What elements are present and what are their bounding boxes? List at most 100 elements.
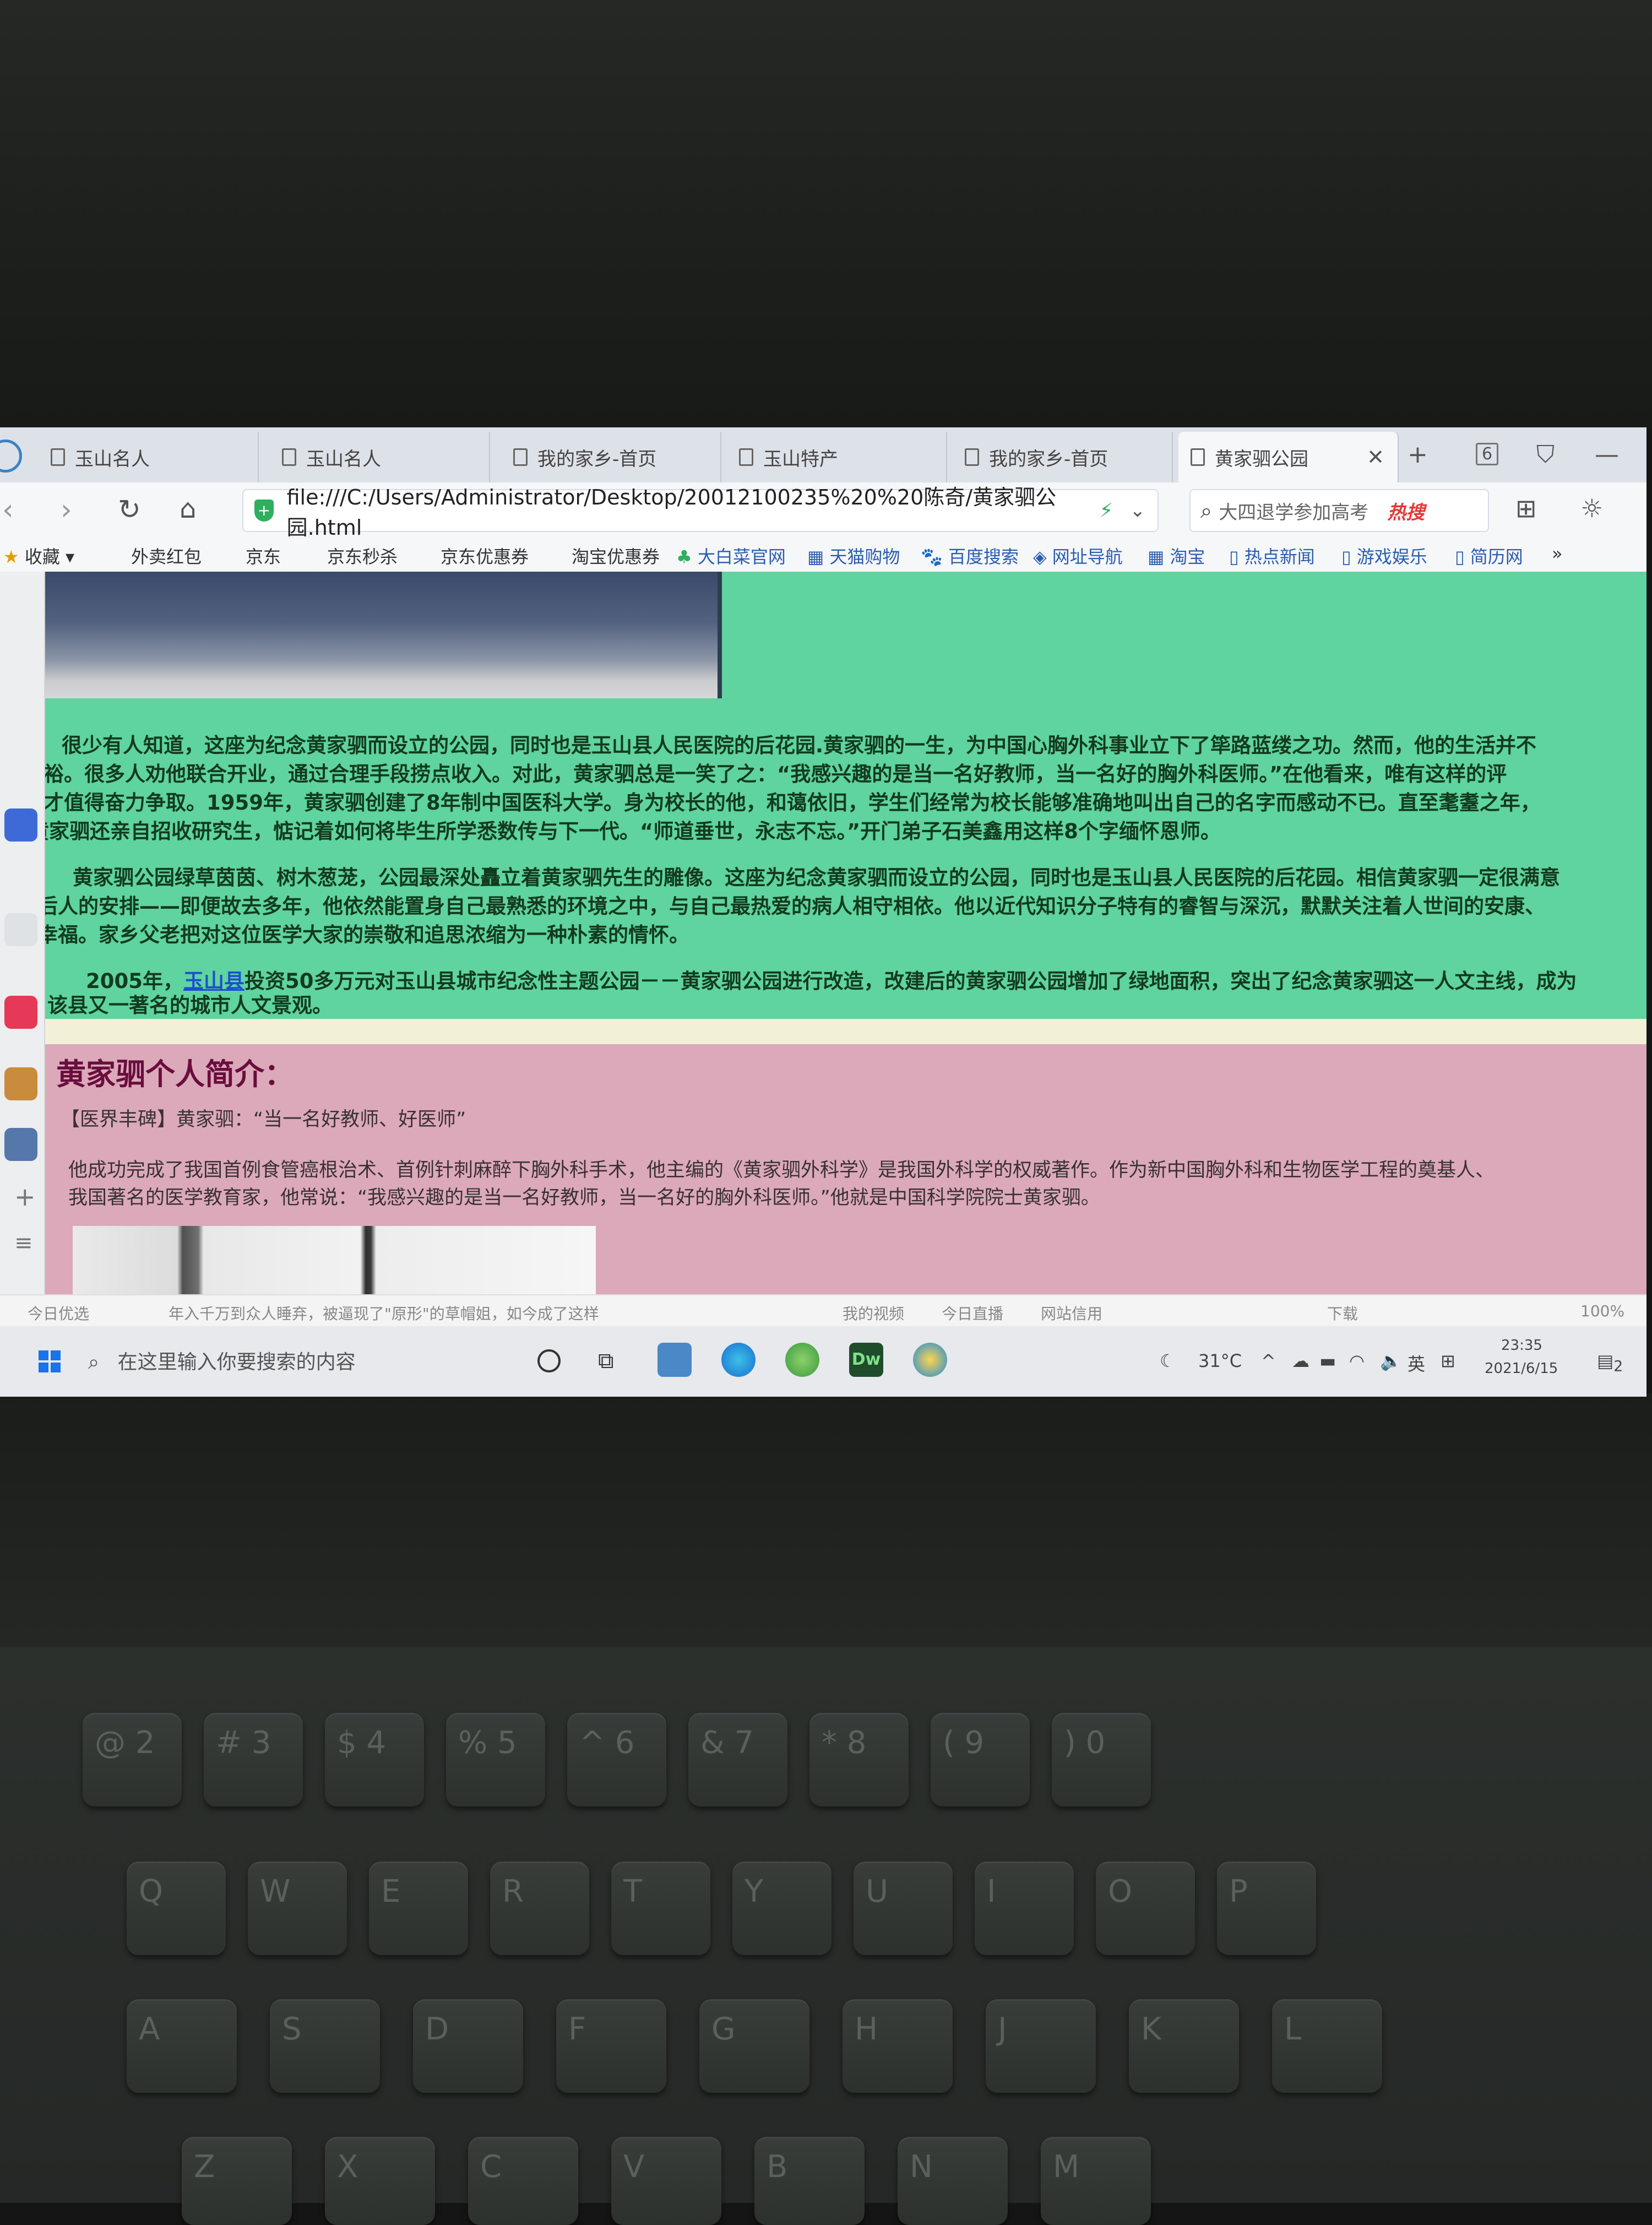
- chevron-down-icon[interactable]: ⌄: [1130, 500, 1146, 522]
- key-0-7[interactable]: ( 9: [931, 1713, 1030, 1806]
- cortana-icon[interactable]: [537, 1349, 561, 1372]
- clock-date[interactable]: 2021/6/15: [1485, 1360, 1558, 1377]
- temperature[interactable]: 31°C: [1198, 1350, 1242, 1371]
- key-2-5[interactable]: H: [843, 1999, 953, 2093]
- bookmark-item[interactable]: 京东优惠券: [441, 543, 529, 568]
- key-2-7[interactable]: K: [1129, 1999, 1239, 2093]
- bookmark-item[interactable]: 京东: [246, 543, 281, 568]
- today-live[interactable]: 今日直播: [942, 1302, 1003, 1324]
- key-1-1[interactable]: W: [248, 1862, 347, 1955]
- hot-search-badge[interactable]: 热搜: [1387, 497, 1425, 524]
- key-3-5[interactable]: N: [898, 2137, 1008, 2225]
- key-3-1[interactable]: X: [325, 2137, 435, 2225]
- tab-1[interactable]: 玉山名人: [39, 432, 259, 482]
- taskbar-search[interactable]: ⌕ 在这里输入你要搜索的内容: [88, 1346, 356, 1375]
- today-picks[interactable]: 今日优选: [28, 1302, 89, 1324]
- search-box[interactable]: ⌕ 大四退学参加高考 热搜: [1189, 489, 1489, 532]
- home-icon[interactable]: ⌂: [180, 493, 196, 524]
- bookmark-item[interactable]: 京东秒杀: [327, 543, 398, 568]
- key-2-0[interactable]: A: [127, 1999, 237, 2093]
- key-2-6[interactable]: J: [986, 1999, 1096, 2093]
- tab-4[interactable]: 玉山特产: [727, 432, 947, 482]
- mail-app-icon[interactable]: [657, 1343, 692, 1377]
- bookmark-item[interactable]: 🐾 百度搜索: [921, 543, 1019, 568]
- bookmark-favorites[interactable]: ★ 收藏 ▾: [3, 543, 74, 568]
- key-1-9[interactable]: P: [1217, 1862, 1316, 1955]
- key-3-2[interactable]: C: [468, 2137, 578, 2225]
- notification-icon[interactable]: ▤2: [1597, 1350, 1623, 1375]
- bookmark-item[interactable]: ◈ 网址导航: [1033, 543, 1123, 568]
- clock-time[interactable]: 23:35: [1501, 1337, 1542, 1354]
- weather-icon[interactable]: ☾: [1160, 1350, 1176, 1371]
- ime-grid-icon[interactable]: ⊞: [1441, 1350, 1455, 1371]
- key-1-7[interactable]: I: [975, 1862, 1074, 1955]
- key-2-4[interactable]: G: [699, 1999, 809, 2093]
- key-0-5[interactable]: & 7: [688, 1713, 787, 1806]
- key-3-0[interactable]: Z: [182, 2137, 292, 2225]
- minimize-icon[interactable]: —: [1595, 441, 1619, 469]
- key-1-2[interactable]: E: [369, 1862, 468, 1955]
- key-3-3[interactable]: V: [611, 2137, 721, 2225]
- side-app-icon[interactable]: [4, 1067, 37, 1100]
- key-2-3[interactable]: F: [556, 1999, 666, 2093]
- bookmark-item[interactable]: 外卖红包: [131, 543, 202, 568]
- tab-2[interactable]: 玉山名人: [270, 432, 490, 482]
- bookmark-item[interactable]: ♣ 大白菜官网: [676, 543, 786, 568]
- key-1-0[interactable]: Q: [127, 1862, 226, 1955]
- brightness-icon[interactable]: ☼: [1580, 493, 1603, 523]
- apps-grid-icon[interactable]: ⊞: [1515, 493, 1537, 523]
- ie-browser-icon[interactable]: [785, 1343, 819, 1377]
- shirt-icon[interactable]: ⛉: [1536, 441, 1555, 469]
- key-0-6[interactable]: * 8: [809, 1713, 909, 1806]
- key-1-6[interactable]: U: [854, 1862, 953, 1955]
- task-view-icon[interactable]: ⧉: [598, 1348, 614, 1374]
- tab-6-active[interactable]: 黄家驷公园 ✕: [1178, 432, 1399, 482]
- close-tab-icon[interactable]: ✕: [1367, 445, 1384, 469]
- side-app-icon[interactable]: [4, 996, 37, 1029]
- key-0-2[interactable]: $ 4: [325, 1713, 424, 1806]
- site-credit[interactable]: 网站信用: [1041, 1302, 1102, 1324]
- key-1-5[interactable]: Y: [732, 1862, 832, 1955]
- input-method[interactable]: 英: [1408, 1350, 1425, 1376]
- key-1-8[interactable]: O: [1096, 1862, 1195, 1955]
- key-3-6[interactable]: M: [1041, 2137, 1151, 2225]
- lightning-icon[interactable]: ⚡: [1099, 500, 1113, 522]
- key-0-3[interactable]: % 5: [446, 1713, 545, 1806]
- key-0-4[interactable]: ^ 6: [567, 1713, 666, 1806]
- key-2-8[interactable]: L: [1272, 1999, 1382, 2093]
- key-1-3[interactable]: R: [490, 1862, 589, 1955]
- tab-count-icon[interactable]: 6: [1476, 443, 1499, 465]
- my-video[interactable]: 我的视频: [843, 1302, 904, 1324]
- news-ticker[interactable]: 年入千万到众人睡弃，被逼现了"原形"的草帽姐，如今成了这样: [169, 1302, 599, 1324]
- key-0-8[interactable]: ) 0: [1052, 1713, 1151, 1806]
- battery-icon[interactable]: ▬: [1319, 1350, 1336, 1371]
- dreamweaver-icon[interactable]: Dw: [849, 1343, 883, 1377]
- bookmark-item[interactable]: ▦ 天猫购物: [807, 543, 900, 568]
- key-2-1[interactable]: S: [270, 1999, 380, 2093]
- side-app-icon[interactable]: [4, 1128, 37, 1161]
- forward-icon[interactable]: ›: [61, 493, 72, 527]
- bookmark-item[interactable]: ▯ 游戏娱乐: [1341, 543, 1427, 568]
- address-bar[interactable]: + file:///C:/Users/Administrator/Desktop…: [242, 485, 1159, 540]
- side-app-icon[interactable]: [4, 913, 37, 946]
- new-tab-icon[interactable]: +: [1408, 441, 1428, 469]
- windows-start-icon[interactable]: [39, 1350, 61, 1372]
- key-1-4[interactable]: T: [611, 1862, 710, 1955]
- tray-chevron-icon[interactable]: ^: [1261, 1350, 1276, 1371]
- add-icon[interactable]: +: [14, 1182, 36, 1212]
- zoom-level[interactable]: 100%: [1580, 1302, 1624, 1320]
- bookmark-item[interactable]: ▯ 热点新闻: [1229, 543, 1315, 568]
- refresh-icon[interactable]: ↻: [118, 493, 141, 525]
- bookmark-item[interactable]: ▯ 简历网: [1455, 543, 1523, 568]
- more-bookmarks-icon[interactable]: »: [1552, 543, 1563, 564]
- back-icon[interactable]: ‹: [2, 493, 14, 527]
- key-0-0[interactable]: @ 2: [83, 1713, 182, 1806]
- wifi-icon[interactable]: ◠: [1349, 1350, 1365, 1371]
- yushan-link[interactable]: 玉山县: [183, 969, 244, 993]
- key-2-2[interactable]: D: [413, 1999, 523, 2093]
- key-3-4[interactable]: B: [754, 2137, 865, 2225]
- key-0-1[interactable]: # 3: [204, 1713, 303, 1806]
- menu-icon[interactable]: ≡: [14, 1230, 33, 1256]
- tab-5[interactable]: 我的家乡-首页: [953, 432, 1173, 482]
- bookmark-item[interactable]: ▦ 淘宝: [1148, 543, 1205, 568]
